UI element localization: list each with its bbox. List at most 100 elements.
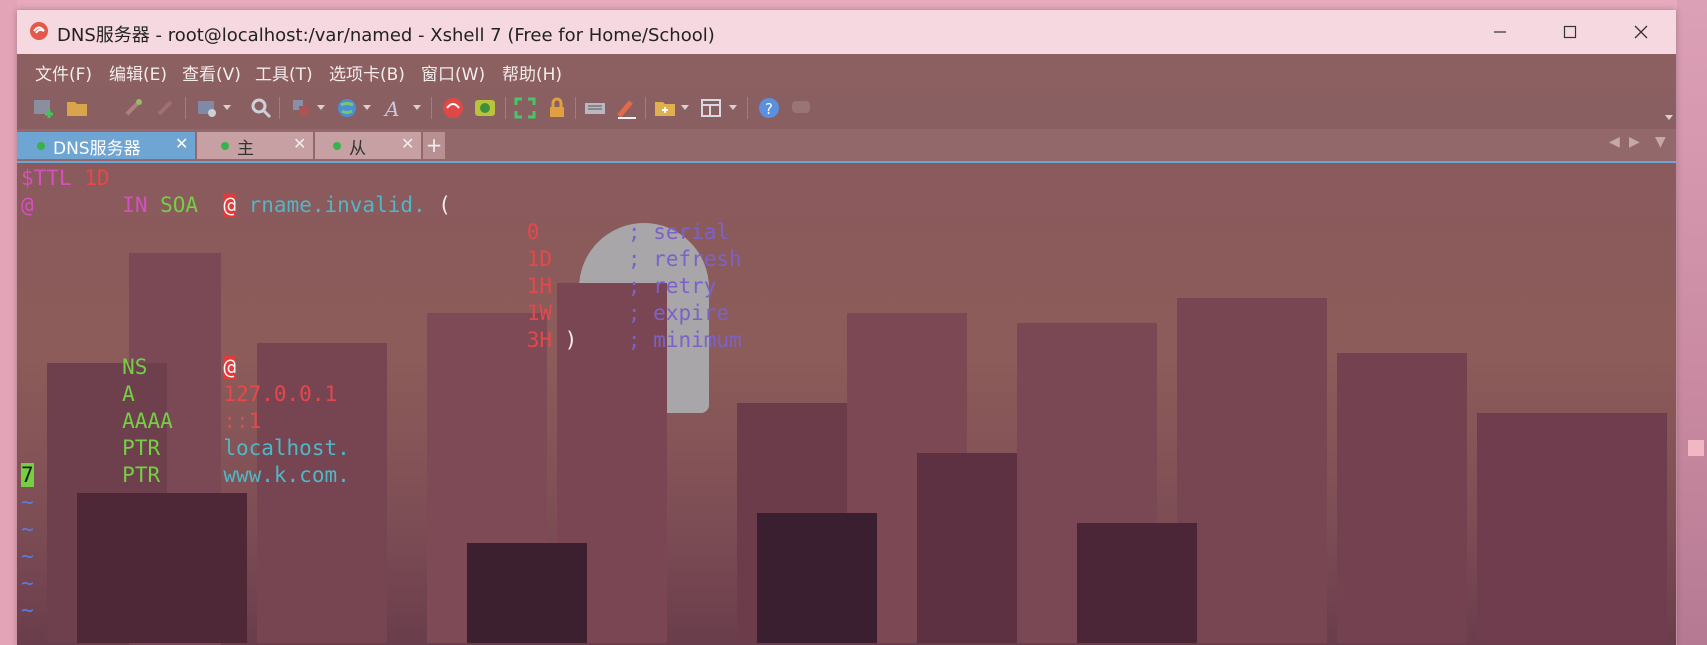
tab-list-icon[interactable]: ▼ (1655, 134, 1666, 150)
terminal-line: A 127.0.0.1 (21, 381, 337, 408)
terminal-text: 1H (526, 274, 553, 298)
properties-icon[interactable] (195, 96, 219, 120)
open-folder-icon[interactable] (65, 96, 89, 120)
chat-icon[interactable] (789, 96, 813, 120)
close-tab-icon[interactable]: ✕ (175, 134, 188, 153)
tab-dns-server[interactable]: DNS服务器 ✕ (17, 132, 195, 159)
scroll-left-icon[interactable]: ◀ (1609, 134, 1620, 150)
connect-icon[interactable] (121, 96, 145, 120)
menu-edit[interactable]: 编辑(E) (109, 60, 167, 85)
terminal-text: ~ (21, 571, 34, 595)
terminal-text: @ (223, 193, 236, 217)
font-icon[interactable]: A (383, 96, 407, 120)
xftp-icon[interactable] (473, 96, 497, 120)
tab-label: 从 (349, 139, 366, 159)
terminal-text: ; expire (627, 301, 730, 325)
close-tab-icon[interactable]: ✕ (293, 134, 306, 153)
chevron-down-icon[interactable] (413, 105, 421, 110)
globe-icon[interactable] (335, 96, 359, 120)
new-session-icon[interactable] (31, 96, 55, 120)
title-bar[interactable]: DNS服务器 - root@localhost:/var/named - Xsh… (17, 10, 1676, 54)
toolbar-separator (505, 97, 506, 119)
menu-file[interactable]: 文件(F) (35, 60, 92, 85)
menu-tabs[interactable]: 选项卡(B) (329, 60, 405, 85)
chevron-down-icon[interactable] (223, 105, 231, 110)
chevron-down-icon[interactable] (317, 105, 325, 110)
close-button[interactable] (1606, 10, 1676, 54)
highlight-icon[interactable] (615, 96, 639, 120)
terminal-text: 3H (526, 328, 553, 352)
terminal-text: ; refresh (627, 247, 742, 271)
terminal-line: ~ (21, 543, 34, 570)
terminal-line: 1H ; retry (21, 273, 717, 300)
new-tab-folder-icon[interactable] (653, 96, 677, 120)
close-tab-icon[interactable]: ✕ (401, 134, 414, 153)
desktop-widget (1688, 440, 1704, 456)
toolbar-separator (185, 97, 186, 119)
terminal-text: 127.0.0.1 (223, 382, 338, 406)
menu-help[interactable]: 帮助(H) (502, 60, 562, 85)
search-icon[interactable] (249, 96, 273, 120)
menu-view[interactable]: 查看(V) (182, 60, 241, 85)
scroll-right-icon[interactable]: ▶ (1629, 134, 1640, 150)
menu-tools[interactable]: 工具(T) (255, 60, 313, 85)
minimize-button[interactable] (1465, 10, 1535, 54)
keyboard-icon[interactable] (583, 96, 607, 120)
terminal-area[interactable]: $TTL 1D @ IN SOA @ rname.invalid. ( 0 ; s… (17, 163, 1676, 645)
connected-status-icon (37, 142, 45, 150)
terminal-text: SOA (160, 193, 199, 217)
tab-slave[interactable]: 从 ✕ (315, 132, 421, 159)
chevron-down-icon[interactable] (363, 105, 371, 110)
xshell-logo-icon[interactable] (441, 96, 465, 120)
terminal-text: www.k.com. (223, 463, 350, 487)
terminal-line: 7 PTR www.k.com. (21, 462, 350, 489)
terminal-line: 0 ; serial (21, 219, 729, 246)
chevron-down-icon[interactable] (729, 105, 737, 110)
terminal-cursor: 7 (21, 463, 34, 487)
terminal-text: 0 (526, 220, 540, 244)
toolbar-overflow-icon[interactable] (1665, 115, 1673, 120)
terminal-text: 1W (526, 301, 553, 325)
terminal-line: ~ (21, 489, 34, 516)
desktop-background (0, 0, 1707, 10)
add-tab-button[interactable]: + (423, 132, 445, 159)
terminal-text: @ (223, 355, 236, 379)
terminal-line: 1W ; expire (21, 300, 729, 327)
disconnect-icon[interactable] (153, 96, 177, 120)
chevron-down-icon[interactable] (681, 105, 689, 110)
session-tab-bar: DNS服务器 ✕ 主 ✕ 从 ✕ + ◀ ▶ ▼ (17, 129, 1676, 163)
terminal-text: ~ (21, 598, 34, 622)
terminal-text: 1D (84, 166, 110, 190)
help-icon[interactable]: ? (757, 96, 781, 120)
terminal-text: ; retry (627, 274, 717, 298)
fullscreen-icon[interactable] (513, 96, 537, 120)
lock-icon[interactable] (545, 96, 569, 120)
maximize-button[interactable] (1535, 10, 1605, 54)
transfer-icon[interactable] (289, 96, 313, 120)
terminal-text: NS (122, 355, 148, 379)
tab-label: 主 (237, 139, 254, 159)
connected-status-icon (333, 142, 341, 150)
tab-master[interactable]: 主 ✕ (197, 132, 313, 159)
terminal-text: rname.invalid. (236, 193, 426, 217)
layout-icon[interactable] (699, 96, 723, 120)
terminal-text: ~ (21, 517, 34, 541)
terminal-line: 3H ) ; minimum (21, 327, 742, 354)
menu-window[interactable]: 窗口(W) (421, 60, 485, 85)
terminal-text: ~ (21, 490, 34, 514)
toolbar: thon 加油 A ? (17, 87, 1676, 199)
toolbar-separator (279, 97, 280, 119)
xshell-window: DNS服务器 - root@localhost:/var/named - Xsh… (17, 10, 1676, 645)
toolbar-separator (431, 97, 432, 119)
terminal-text: IN (122, 193, 161, 217)
terminal-line: ~ (21, 570, 34, 597)
